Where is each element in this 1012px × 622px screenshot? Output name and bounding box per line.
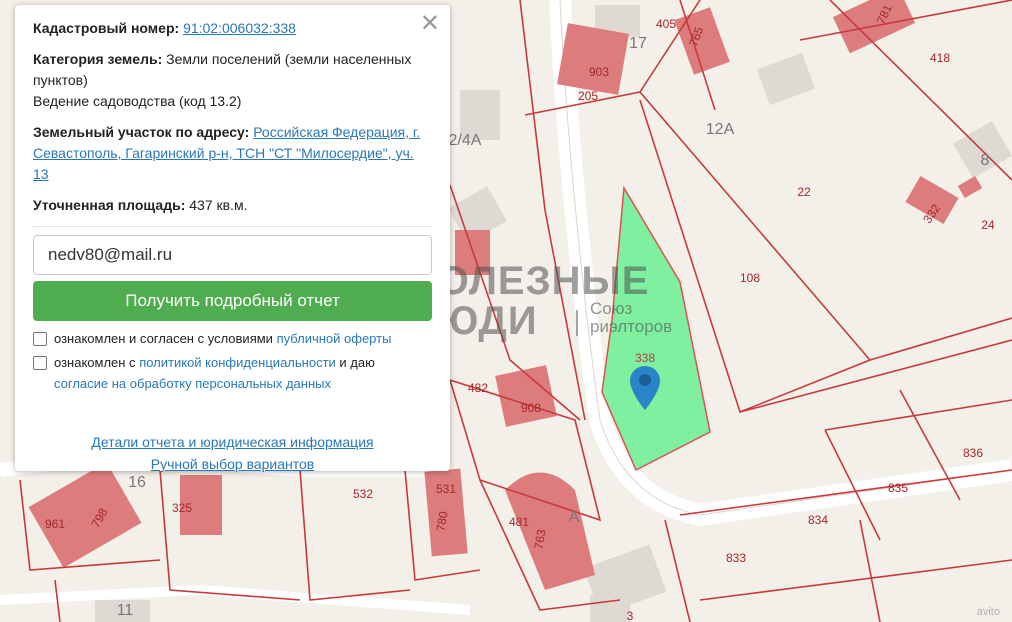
address-row: Земельный участок по адресу: Российская … bbox=[33, 122, 432, 185]
building bbox=[590, 595, 630, 622]
divider bbox=[33, 226, 432, 227]
parcel-label-4a: 2/4А bbox=[449, 132, 482, 149]
parcel-label-22: 22 bbox=[797, 185, 811, 199]
report-details-link[interactable]: Детали отчета и юридическая информация bbox=[91, 434, 373, 450]
category-use: Ведение садоводства (код 13.2) bbox=[33, 93, 242, 109]
parcel-label-834: 834 bbox=[808, 513, 828, 527]
public-offer-link[interactable]: публичной оферты bbox=[277, 331, 392, 346]
offer-consent-prefix: ознакомлен и согласен с условиями bbox=[54, 331, 277, 346]
privacy-consent-checkbox[interactable] bbox=[33, 356, 47, 370]
offer-consent-text: ознакомлен и согласен с условиями публич… bbox=[54, 328, 391, 349]
location-pin-icon[interactable] bbox=[628, 364, 662, 412]
cadastral-row: Кадастровый номер: 91:02:006032:338 bbox=[33, 18, 432, 39]
parcel-label-405: 405 bbox=[656, 17, 676, 31]
parcel-label-908: 908 bbox=[521, 401, 541, 415]
parcel-label-12a: 12А bbox=[706, 121, 735, 138]
parcel-label-8: 8 bbox=[981, 152, 990, 169]
address-label: Земельный участок по адресу: bbox=[33, 124, 250, 140]
parcel-label-482: 482 bbox=[468, 381, 488, 395]
building-red bbox=[557, 23, 629, 95]
parcel-info-panel: ✕ Кадастровый номер: 91:02:006032:338 Ка… bbox=[15, 5, 450, 472]
pin-graphic bbox=[630, 366, 660, 410]
email-input[interactable] bbox=[33, 235, 432, 275]
parcel-label-532: 532 bbox=[353, 487, 373, 501]
parcel-label-3: 3 bbox=[627, 609, 634, 622]
parcel-label-17: 17 bbox=[629, 35, 647, 52]
parcel-label-481: 481 bbox=[509, 515, 529, 529]
parcel-label-a: А bbox=[569, 509, 580, 526]
area-row: Уточненная площадь: 437 кв.м. bbox=[33, 195, 432, 216]
parcel-label-833: 833 bbox=[726, 551, 746, 565]
offer-consent-checkbox[interactable] bbox=[33, 332, 47, 346]
privacy-policy-link[interactable]: политикой конфиденциальности bbox=[139, 355, 336, 370]
close-icon[interactable]: ✕ bbox=[420, 9, 440, 37]
area-label: Уточненная площадь: bbox=[33, 197, 186, 213]
privacy-consent-checkbox-row[interactable]: ознакомлен с политикой конфиденциальност… bbox=[33, 352, 432, 394]
footer-links: Детали отчета и юридическая информация Р… bbox=[33, 432, 432, 475]
corner-watermark: avito bbox=[976, 606, 1000, 618]
category-label: Категория земель: bbox=[33, 51, 163, 67]
offer-consent-checkbox-row[interactable]: ознакомлен и согласен с условиями публич… bbox=[33, 328, 432, 349]
parcel-label-531: 531 bbox=[436, 482, 456, 496]
parcel-label-338: 338 bbox=[635, 351, 655, 365]
parcel-label-16: 16 bbox=[128, 474, 146, 491]
parcel-label-205: 205 bbox=[578, 89, 598, 103]
manual-selection-link[interactable]: Ручной выбор вариантов bbox=[151, 456, 315, 472]
parcel-label-903: 903 bbox=[589, 65, 609, 79]
category-row: Категория земель: Земли поселений (земли… bbox=[33, 49, 432, 112]
privacy-consent-text: ознакомлен с политикой конфиденциальност… bbox=[54, 352, 432, 394]
cadastral-label: Кадастровый номер: bbox=[33, 20, 180, 36]
area-value: 437 кв.м. bbox=[189, 197, 248, 213]
privacy-consent-prefix: ознакомлен с bbox=[54, 355, 140, 370]
parcel-label-835: 835 bbox=[888, 481, 908, 495]
parcel-label-961: 961 bbox=[45, 517, 65, 531]
parcel-label-325: 325 bbox=[172, 501, 192, 515]
cadastral-number-link[interactable]: 91:02:006032:338 bbox=[183, 20, 296, 36]
parcel-label-24: 24 bbox=[981, 218, 995, 232]
parcel-label-11: 11 bbox=[117, 602, 134, 619]
get-report-button[interactable]: Получить подробный отчет bbox=[33, 281, 432, 321]
parcel-label-108: 108 bbox=[740, 271, 760, 285]
parcel-label-418: 418 bbox=[930, 51, 950, 65]
personal-data-consent-link[interactable]: согласие на обработку персональных данны… bbox=[54, 376, 331, 391]
privacy-consent-mid: и даю bbox=[335, 355, 375, 370]
parcel-label-836: 836 bbox=[963, 446, 983, 460]
